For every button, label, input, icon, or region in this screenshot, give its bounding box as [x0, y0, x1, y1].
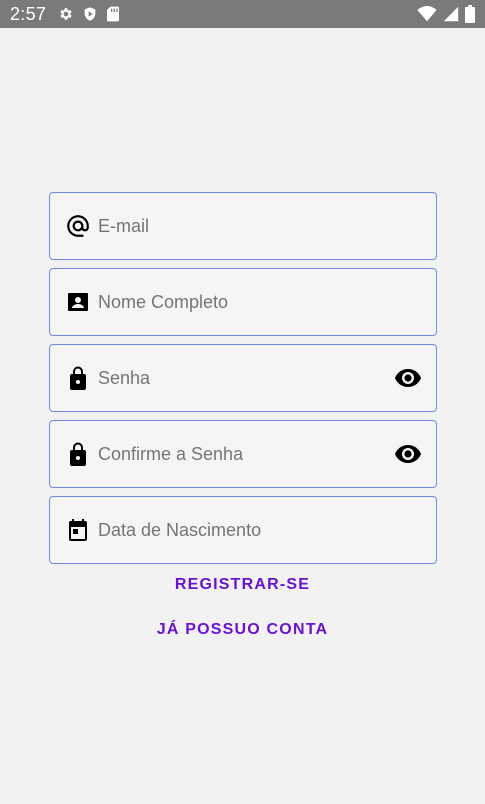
full-name-field-container[interactable]	[49, 268, 437, 336]
lock-icon	[64, 364, 92, 392]
status-bar: 2:57	[0, 0, 485, 28]
at-icon	[64, 212, 92, 240]
lock-icon	[64, 440, 92, 468]
calendar-icon	[64, 516, 92, 544]
eye-icon[interactable]	[392, 362, 424, 394]
status-time: 2:57	[10, 3, 47, 24]
registration-form	[49, 192, 437, 572]
battery-icon	[465, 5, 475, 23]
register-button[interactable]: REGISTRAR-SE	[0, 574, 485, 596]
birth-date-input[interactable]	[98, 497, 436, 563]
gear-icon	[58, 6, 74, 22]
status-left-icons	[58, 6, 120, 22]
email-input[interactable]	[98, 193, 436, 259]
confirm-password-field-container[interactable]	[49, 420, 437, 488]
status-right-icons	[417, 5, 475, 23]
signal-icon	[443, 6, 459, 22]
wifi-icon	[417, 6, 437, 22]
full-name-input[interactable]	[98, 269, 436, 335]
eye-icon[interactable]	[392, 438, 424, 470]
birth-date-field-container[interactable]	[49, 496, 437, 564]
shield-play-icon	[82, 6, 98, 22]
already-have-account-button[interactable]: JÁ POSSUO CONTA	[0, 619, 485, 641]
password-field-container[interactable]	[49, 344, 437, 412]
password-input[interactable]	[98, 345, 392, 411]
confirm-password-input[interactable]	[98, 421, 392, 487]
contact-card-icon	[64, 288, 92, 316]
sd-card-icon	[106, 6, 120, 22]
email-field-container[interactable]	[49, 192, 437, 260]
